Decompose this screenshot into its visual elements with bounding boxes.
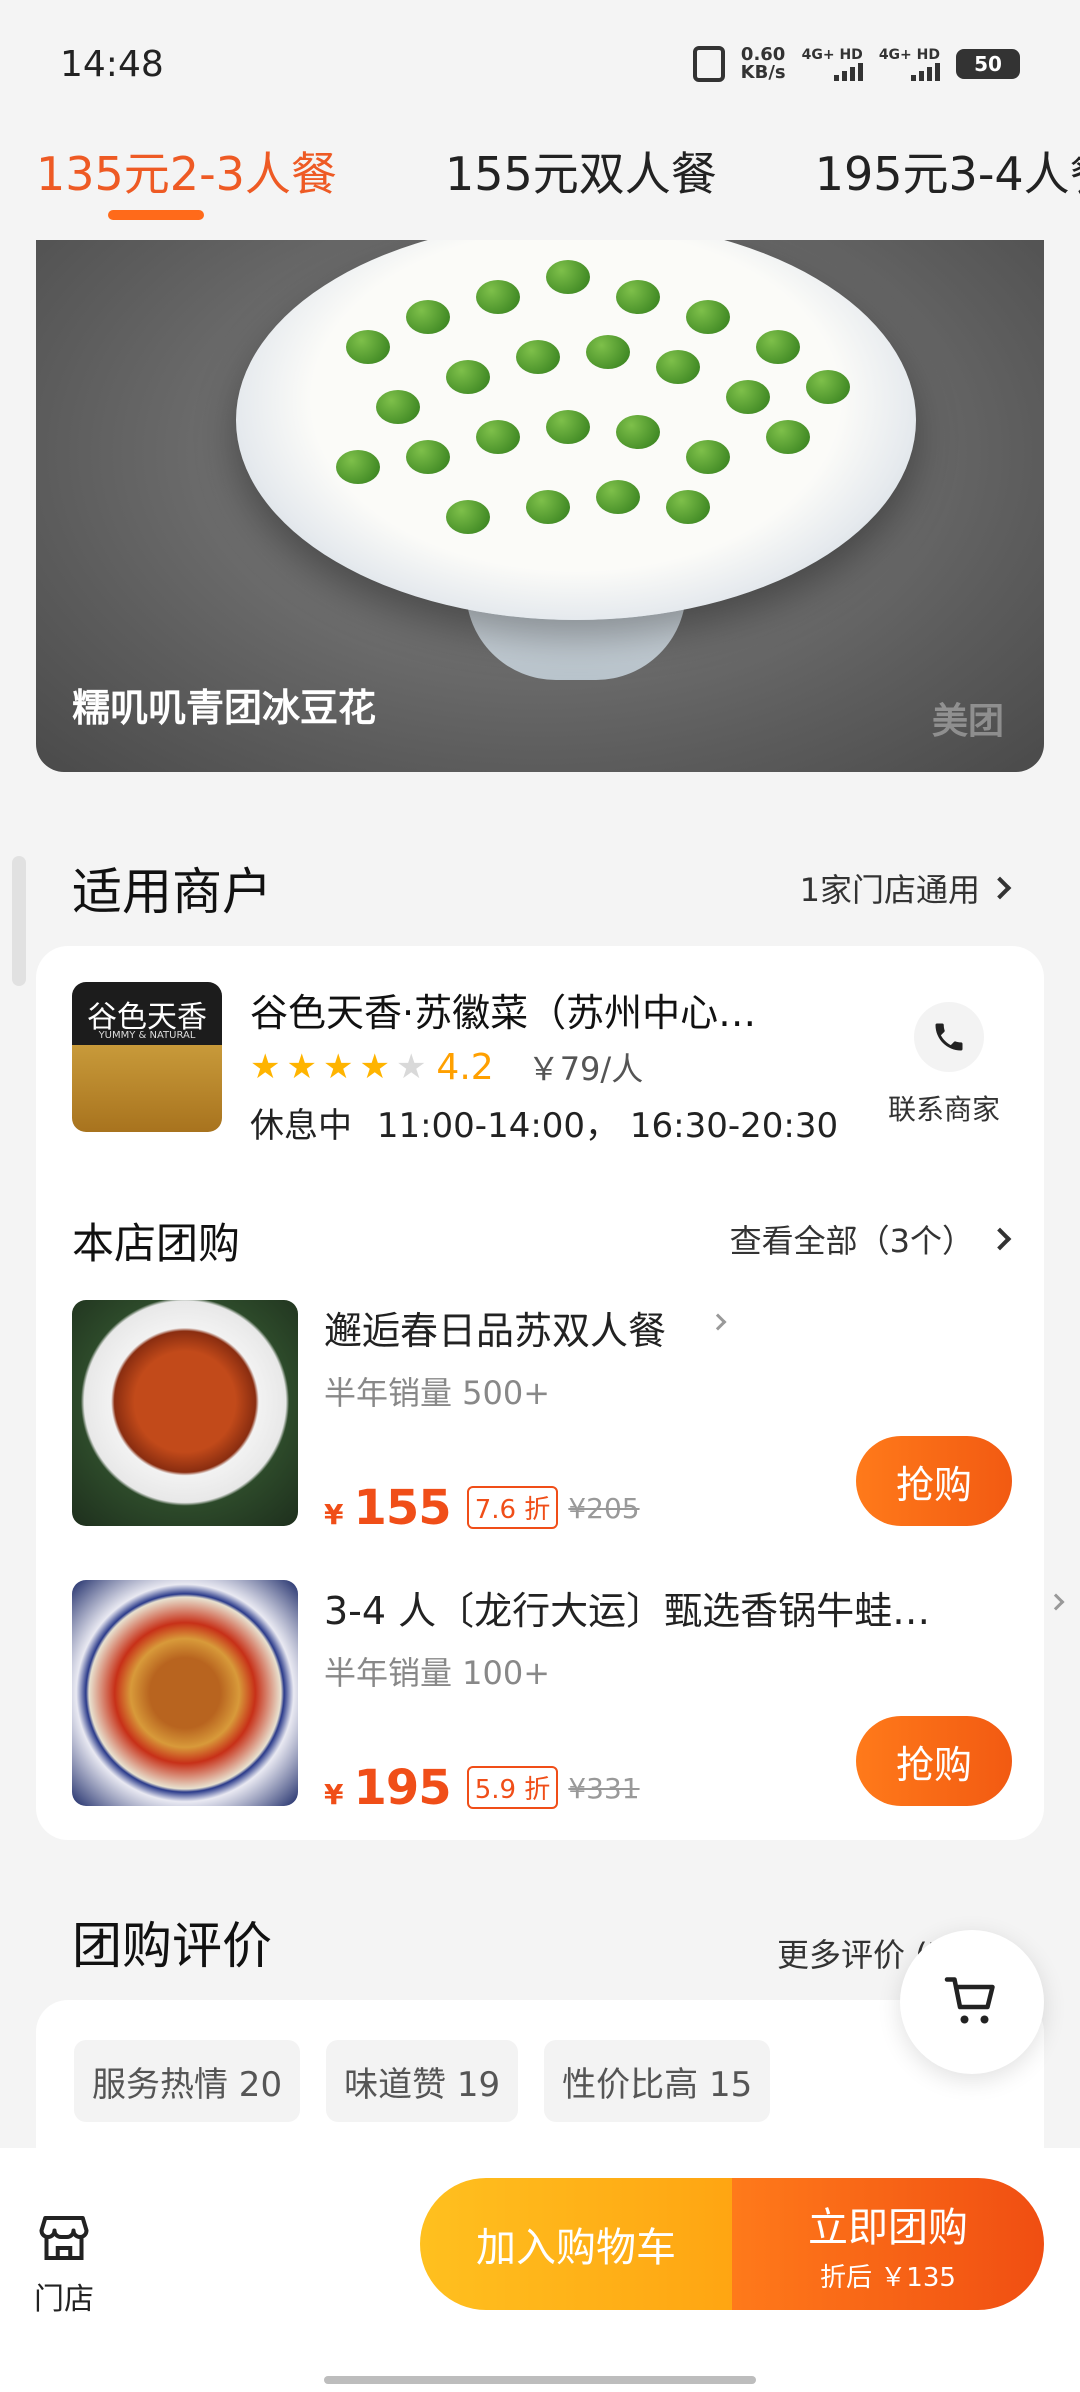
buy-now-label: 立即团购 bbox=[808, 2204, 968, 2251]
status-icons: 0.60 KB/s 4G+ HD 4G+ HD 50 bbox=[692, 46, 1020, 82]
store-icon[interactable] bbox=[34, 2208, 94, 2268]
reviews-title: 团购评价 bbox=[72, 1917, 272, 1975]
group-deals-title: 本店团购 bbox=[72, 1219, 241, 1268]
deal-item[interactable]: 邂逅春日品苏双人餐 半年销量 500+ ¥ 155 7.6 折 ¥205 抢购 bbox=[72, 1300, 1012, 1536]
tab-195-package[interactable]: 195元3-4人餐 bbox=[815, 128, 1080, 204]
logo-subtext: YUMMY & NATURAL bbox=[98, 1030, 196, 1041]
review-tag[interactable]: 味道赞 19 bbox=[326, 2040, 519, 2122]
view-all-deals-link[interactable]: 查看全部（3个） bbox=[729, 1216, 1012, 1262]
scroll-handle[interactable] bbox=[12, 856, 26, 986]
merchant-card: 谷色天香 YUMMY & NATURAL 谷色天香·苏徽菜（苏州中心… ★ ★ … bbox=[36, 946, 1065, 1840]
signal-bars-icon bbox=[911, 63, 940, 81]
store-label[interactable]: 门店 bbox=[34, 2274, 94, 2318]
dish-photo[interactable]: 糯叽叽青团冰豆花 美团 bbox=[36, 240, 1044, 772]
dish-caption: 糯叽叽青团冰豆花 bbox=[72, 686, 377, 730]
all-stores-link[interactable]: 1家门店通用 bbox=[799, 865, 1012, 911]
battery-icon: 50 bbox=[956, 49, 1020, 79]
sim1-signal: 4G+ HD bbox=[802, 47, 863, 81]
add-to-cart-button[interactable]: 加入购物车 bbox=[420, 2178, 732, 2310]
chevron-right-icon bbox=[709, 1313, 727, 1331]
business-status: 休息中 bbox=[250, 1106, 352, 1146]
vibrate-icon bbox=[692, 46, 725, 82]
status-bar: 14:48 0.60 KB/s 4G+ HD 4G+ HD 50 bbox=[0, 0, 1080, 128]
review-tags: 服务热情 20 味道赞 19 性价比高 15 bbox=[74, 2040, 771, 2122]
deal-sales: 半年销量 500+ bbox=[324, 1374, 551, 1412]
grab-deal-button[interactable]: 抢购 bbox=[856, 1716, 1012, 1806]
signal-bars-icon bbox=[833, 63, 863, 81]
network-speed-unit: KB/s bbox=[740, 62, 786, 83]
reviews-header: 团购评价 更多评价 (7… bbox=[72, 1906, 1012, 1978]
chevron-right-icon bbox=[1047, 1593, 1065, 1611]
sim2-signal: 4G+ HD bbox=[879, 47, 940, 81]
hours-text: 11:00-14:00， 16:30-20:30 bbox=[376, 1106, 839, 1146]
deal-photo[interactable] bbox=[72, 1580, 298, 1806]
review-tag[interactable]: 性价比高 15 bbox=[544, 2040, 771, 2122]
tab-active-indicator bbox=[108, 210, 204, 220]
price-per-person: ￥79/人 bbox=[527, 1050, 644, 1088]
deal-price: ¥ 195 5.9 折 ¥331 bbox=[324, 1760, 640, 1816]
deal-name[interactable]: 3-4 人〔龙行大运〕甄选香锅牛蛙… bbox=[324, 1580, 984, 1635]
review-tag[interactable]: 服务热情 20 bbox=[74, 2040, 301, 2122]
tab-135-package[interactable]: 135元2-3人餐 bbox=[36, 128, 337, 204]
deal-name[interactable]: 邂逅春日品苏双人餐 bbox=[324, 1300, 704, 1355]
bottom-action-bar: 门店 加入购物车 立即团购 折后 ￥135 bbox=[0, 2148, 1080, 2392]
deal-price: ¥ 155 7.6 折 ¥205 bbox=[324, 1480, 640, 1536]
network-speed: 0.60 KB/s bbox=[741, 46, 786, 82]
merchant-logo[interactable]: 谷色天香 YUMMY & NATURAL bbox=[72, 982, 222, 1132]
deal-photo[interactable] bbox=[72, 1300, 298, 1526]
business-hours: 休息中 11:00-14:00， 16:30-20:30 bbox=[250, 1098, 838, 1147]
currency-symbol: ¥ bbox=[324, 1498, 344, 1531]
merchant-rating: ★ ★ ★ ★ ★ 4.2 ￥79/人 bbox=[250, 1044, 643, 1090]
star-icon: ★ bbox=[286, 1047, 317, 1087]
original-price: ¥205 bbox=[568, 1492, 640, 1525]
bowl-illustration bbox=[236, 240, 916, 620]
currency-symbol: ¥ bbox=[324, 1778, 344, 1811]
deal-price-value: 195 bbox=[353, 1760, 451, 1816]
star-icon: ★ bbox=[322, 1047, 354, 1087]
original-price: ¥331 bbox=[568, 1772, 640, 1805]
cta-buttons: 加入购物车 立即团购 折后 ￥135 bbox=[420, 2178, 1044, 2310]
status-time: 14:48 bbox=[60, 43, 164, 85]
meituan-watermark: 美团 bbox=[931, 701, 1004, 742]
sim1-label: 4G+ HD bbox=[801, 47, 863, 63]
home-indicator[interactable] bbox=[324, 2376, 756, 2384]
contact-merchant-label[interactable]: 联系商家 bbox=[888, 1088, 1000, 1128]
merchants-title: 适用商户 bbox=[72, 863, 272, 921]
deal-sales: 半年销量 100+ bbox=[324, 1654, 551, 1692]
star-empty-icon: ★ bbox=[395, 1047, 427, 1087]
buy-now-price: 折后 ￥135 bbox=[820, 2262, 956, 2293]
buy-now-button[interactable]: 立即团购 折后 ￥135 bbox=[732, 2178, 1044, 2310]
rating-value: 4.2 bbox=[436, 1046, 494, 1088]
discount-badge: 7.6 折 bbox=[466, 1486, 559, 1529]
merchant-name[interactable]: 谷色天香·苏徽菜（苏州中心… bbox=[250, 982, 830, 1037]
phone-icon bbox=[935, 1023, 963, 1051]
sim2-label: 4G+ HD bbox=[878, 47, 940, 63]
chevron-right-icon bbox=[988, 876, 1012, 900]
tab-155-package[interactable]: 155元双人餐 bbox=[445, 128, 717, 204]
floating-cart-button[interactable] bbox=[900, 1930, 1044, 2074]
star-icon: ★ bbox=[250, 1047, 281, 1087]
deal-item[interactable]: 3-4 人〔龙行大运〕甄选香锅牛蛙… 半年销量 100+ ¥ 195 5.9 折… bbox=[72, 1580, 1065, 1816]
merchants-header: 适用商户 1家门店通用 bbox=[72, 852, 1012, 924]
grab-deal-button[interactable]: 抢购 bbox=[856, 1436, 1012, 1526]
deal-price-value: 155 bbox=[353, 1480, 451, 1536]
view-all-deals-label: 查看全部（3个） bbox=[729, 1222, 974, 1260]
all-stores-link-label: 1家门店通用 bbox=[799, 871, 980, 909]
chevron-right-icon bbox=[988, 1227, 1012, 1251]
package-tabs: 135元2-3人餐 155元双人餐 195元3-4人餐 bbox=[0, 128, 1080, 238]
discount-badge: 5.9 折 bbox=[466, 1766, 559, 1809]
shopping-cart-icon bbox=[944, 1977, 995, 2024]
star-icon: ★ bbox=[359, 1047, 390, 1087]
contact-merchant-button[interactable] bbox=[914, 1002, 984, 1072]
